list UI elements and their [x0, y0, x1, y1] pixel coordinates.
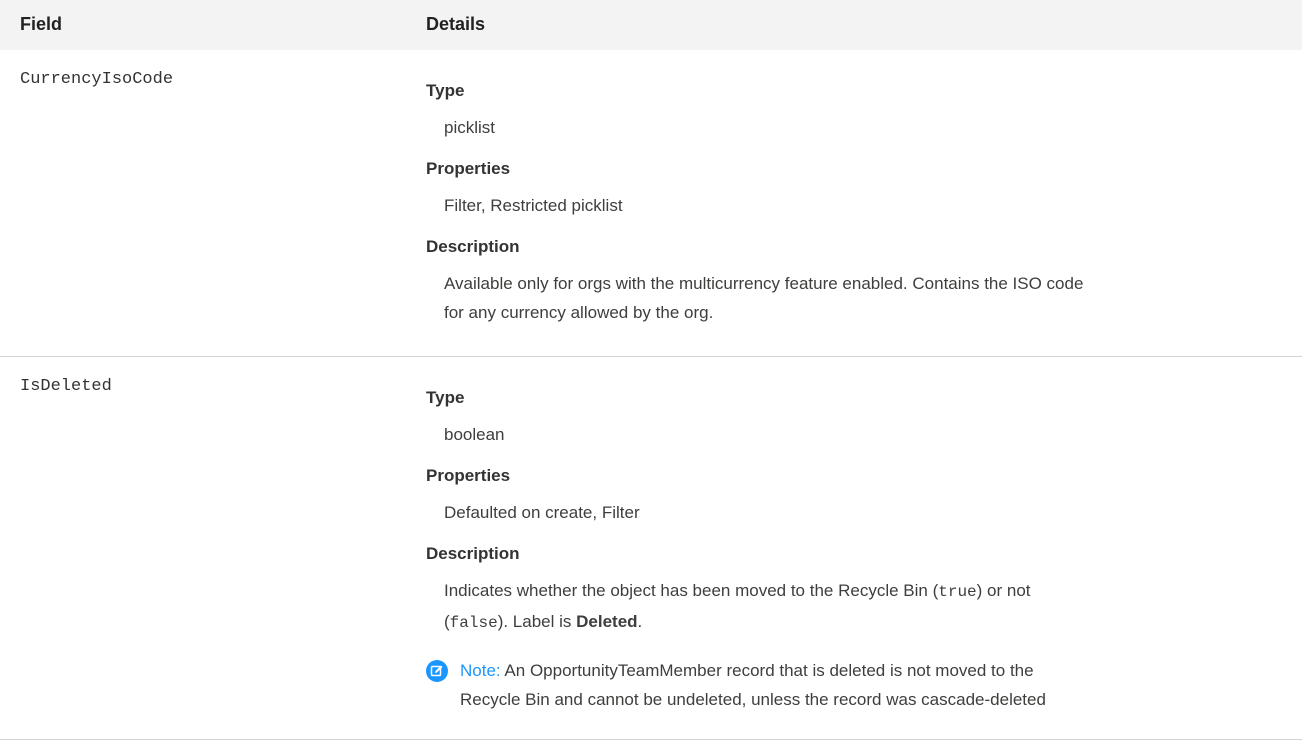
type-label: Type: [426, 388, 465, 407]
note-text: An OpportunityTeamMember record that is …: [500, 661, 1034, 680]
description-label: Description: [426, 237, 520, 256]
field-name: CurrencyIsoCode: [20, 70, 174, 89]
field-details: Type picklist Properties Filter, Restric…: [426, 80, 1286, 343]
description-value: Indicates whether the object has been mo…: [444, 576, 1286, 638]
description-line: Available only for orgs with the multicu…: [444, 274, 1084, 293]
description-label: Description: [426, 544, 520, 563]
note-callout: Note: An OpportunityTeamMember record th…: [426, 656, 1286, 714]
header-field: Field: [20, 14, 63, 34]
table-row: CurrencyIsoCode Type picklist Properties…: [0, 50, 1302, 357]
properties-value: Defaulted on create, Filter: [444, 503, 640, 522]
code-true: true: [938, 583, 977, 601]
properties-label: Properties: [426, 466, 511, 485]
note-label: Note:: [460, 661, 501, 680]
type-value: picklist: [444, 118, 496, 137]
code-false: false: [449, 614, 498, 632]
field-table: Field Details CurrencyIsoCode Type pickl…: [0, 0, 1302, 740]
note-text: Recycle Bin and cannot be undeleted, unl…: [460, 690, 1046, 709]
table-row: IsDeleted Type boolean Properties Defaul…: [0, 357, 1302, 740]
description-text: ). Label is: [497, 612, 577, 631]
description-text: .: [637, 612, 643, 631]
description-text: ) or not: [976, 581, 1031, 600]
type-value: boolean: [444, 425, 505, 444]
table-header: Field Details: [0, 0, 1302, 50]
note-edit-icon: [426, 660, 448, 682]
type-label: Type: [426, 81, 465, 100]
deleted-label: Deleted: [576, 612, 638, 631]
field-details: Type boolean Properties Defaulted on cre…: [426, 387, 1286, 714]
properties-label: Properties: [426, 159, 511, 178]
header-details: Details: [426, 14, 486, 34]
properties-value: Filter, Restricted picklist: [444, 196, 623, 215]
field-name: IsDeleted: [20, 377, 112, 396]
description-text: Indicates whether the object has been mo…: [444, 581, 939, 600]
description-value: Available only for orgs with the multicu…: [444, 269, 1286, 327]
description-line: for any currency allowed by the org.: [444, 303, 714, 322]
